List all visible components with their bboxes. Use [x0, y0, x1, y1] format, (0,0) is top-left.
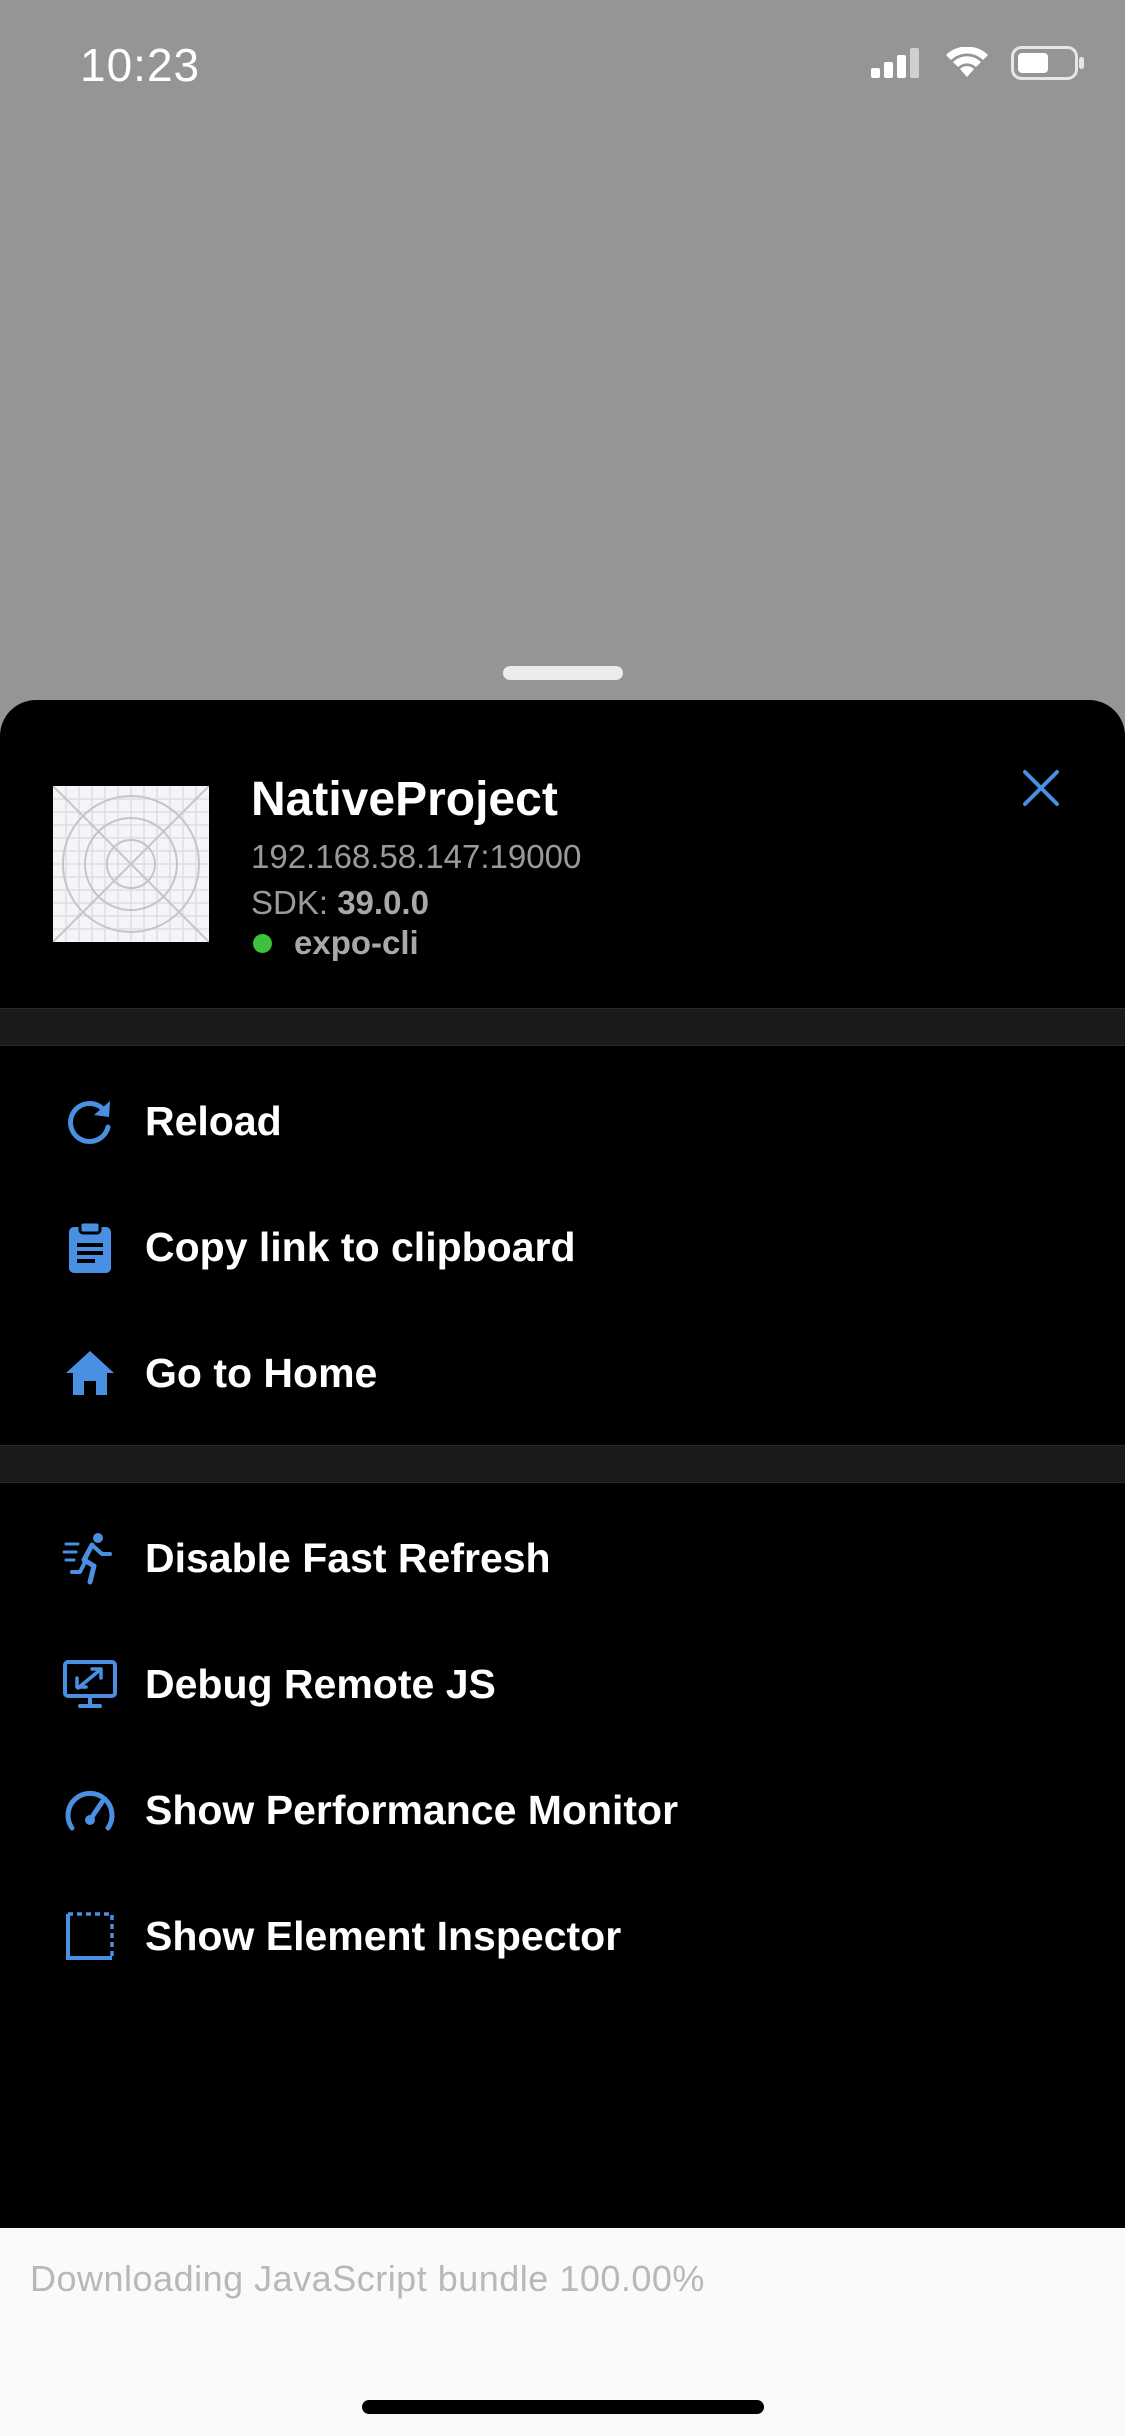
status-icons	[871, 46, 1085, 80]
close-icon	[1023, 770, 1059, 806]
bundle-loading-banner: Downloading JavaScript bundle 100.00%	[0, 2228, 1125, 2436]
wifi-icon	[946, 47, 988, 77]
sdk-label: SDK:	[251, 884, 329, 921]
project-thumbnail	[52, 785, 210, 943]
menu-item-disable-fast-refresh[interactable]: Disable Fast Refresh	[0, 1503, 1125, 1613]
status-time: 10:23	[80, 39, 201, 91]
section-divider	[0, 1008, 1125, 1046]
cellular-signal-icon	[871, 48, 919, 78]
home-icon	[60, 1343, 120, 1403]
project-placeholder-icon	[52, 785, 210, 943]
menu-item-reload[interactable]: Reload	[0, 1066, 1125, 1176]
runner-name: expo-cli	[294, 924, 419, 961]
runner-row: expo-cli	[251, 924, 419, 962]
menu-item-copy-link[interactable]: Copy link to clipboard	[0, 1192, 1125, 1302]
menu-item-label: Show Performance Monitor	[145, 1786, 679, 1833]
menu-item-label: Go to Home	[145, 1349, 378, 1396]
element-inspector-icon	[60, 1906, 120, 1966]
status-bar: 10:23	[0, 0, 1125, 140]
menu-item-go-home[interactable]: Go to Home	[0, 1318, 1125, 1428]
menu-item-debug-remote-js[interactable]: Debug Remote JS	[0, 1629, 1125, 1739]
bundle-download-status: Downloading JavaScript bundle 100.00%	[30, 2258, 705, 2299]
menu-item-label: Copy link to clipboard	[145, 1223, 576, 1270]
menu-item-label: Reload	[145, 1097, 282, 1144]
battery-icon	[1011, 46, 1084, 80]
remote-debug-monitor-icon	[60, 1654, 120, 1714]
connection-status-dot	[253, 933, 272, 953]
sdk-version: 39.0.0	[337, 884, 429, 921]
running-person-icon	[60, 1528, 120, 1588]
menu-item-performance-monitor[interactable]: Show Performance Monitor	[0, 1755, 1125, 1865]
home-indicator[interactable]	[362, 2400, 764, 2414]
menu-item-label: Show Element Inspector	[145, 1912, 622, 1959]
sdk-version-row: SDK: 39.0.0	[251, 884, 429, 922]
project-host-url: 192.168.58.147:19000	[251, 838, 582, 875]
dev-menu-sheet: NativeProject 192.168.58.147:19000 SDK: …	[0, 700, 1125, 2228]
menu-item-label: Disable Fast Refresh	[145, 1534, 551, 1581]
close-button[interactable]	[1013, 760, 1069, 816]
reload-icon	[60, 1091, 120, 1151]
menu-item-label: Debug Remote JS	[145, 1660, 496, 1707]
project-name: NativeProject	[251, 773, 558, 826]
speedometer-icon	[60, 1780, 120, 1840]
menu-item-element-inspector[interactable]: Show Element Inspector	[0, 1881, 1125, 1991]
clipboard-icon	[60, 1217, 120, 1277]
section-divider	[0, 1445, 1125, 1483]
sheet-grabber-handle[interactable]	[503, 666, 623, 680]
